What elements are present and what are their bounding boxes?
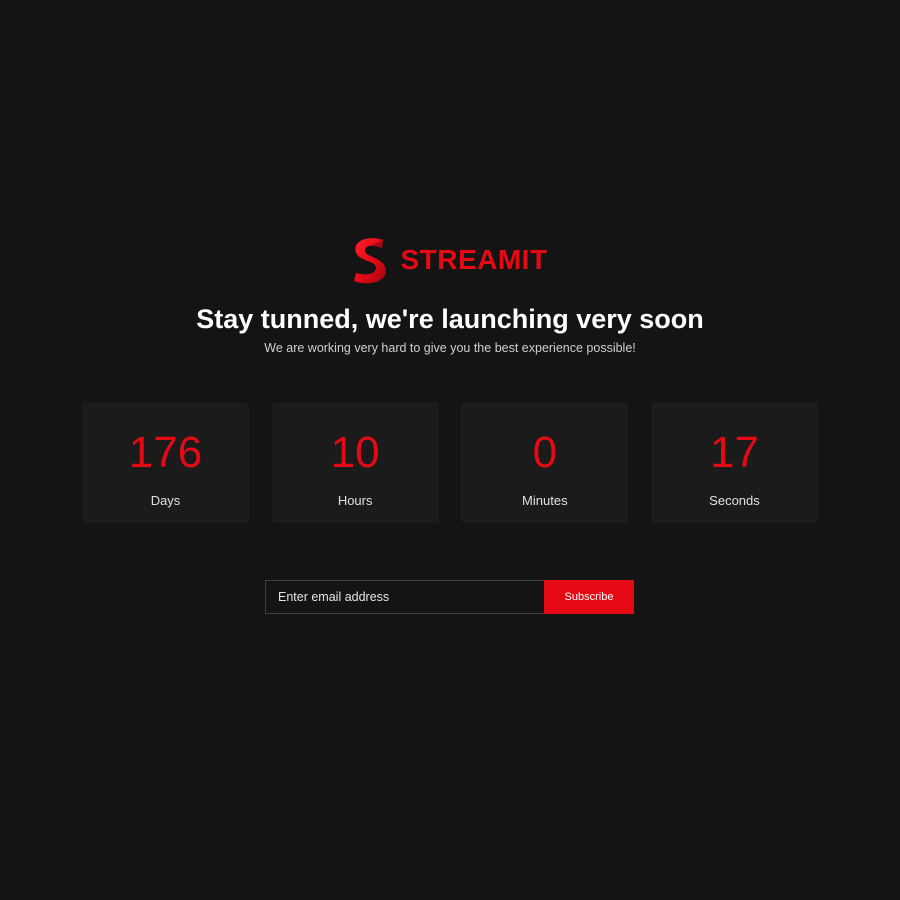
countdown-timer: 176 Days 10 Hours 0 Minutes 17 Seconds bbox=[82, 402, 818, 523]
countdown-hours-label: Hours bbox=[337, 493, 373, 508]
countdown-minutes-label: Minutes bbox=[522, 493, 568, 508]
streamit-s-logo-icon bbox=[354, 238, 387, 284]
countdown-days-label: Days bbox=[150, 493, 181, 508]
countdown-hours: 10 Hours bbox=[271, 402, 439, 523]
brand-name: STREAMIT bbox=[400, 244, 548, 275]
countdown-seconds: 17 Seconds bbox=[650, 402, 818, 523]
page-subtitle: We are working very hard to give you the… bbox=[264, 341, 636, 355]
countdown-days: 176 Days bbox=[82, 402, 249, 523]
countdown-seconds-value: 17 bbox=[709, 428, 759, 477]
countdown-seconds-label: Seconds bbox=[709, 493, 760, 508]
subscribe-button[interactable]: Subscribe bbox=[544, 580, 634, 614]
email-input[interactable] bbox=[265, 580, 544, 614]
subscribe-form: Subscribe bbox=[265, 580, 634, 614]
page-title: Stay tunned, we're launching very soon bbox=[196, 304, 704, 334]
countdown-days-value: 176 bbox=[128, 428, 203, 477]
countdown-hours-value: 10 bbox=[330, 428, 380, 477]
countdown-minutes: 0 Minutes bbox=[461, 402, 629, 523]
countdown-minutes-value: 0 bbox=[532, 428, 558, 477]
brand-logo: STREAMIT bbox=[0, 236, 900, 284]
